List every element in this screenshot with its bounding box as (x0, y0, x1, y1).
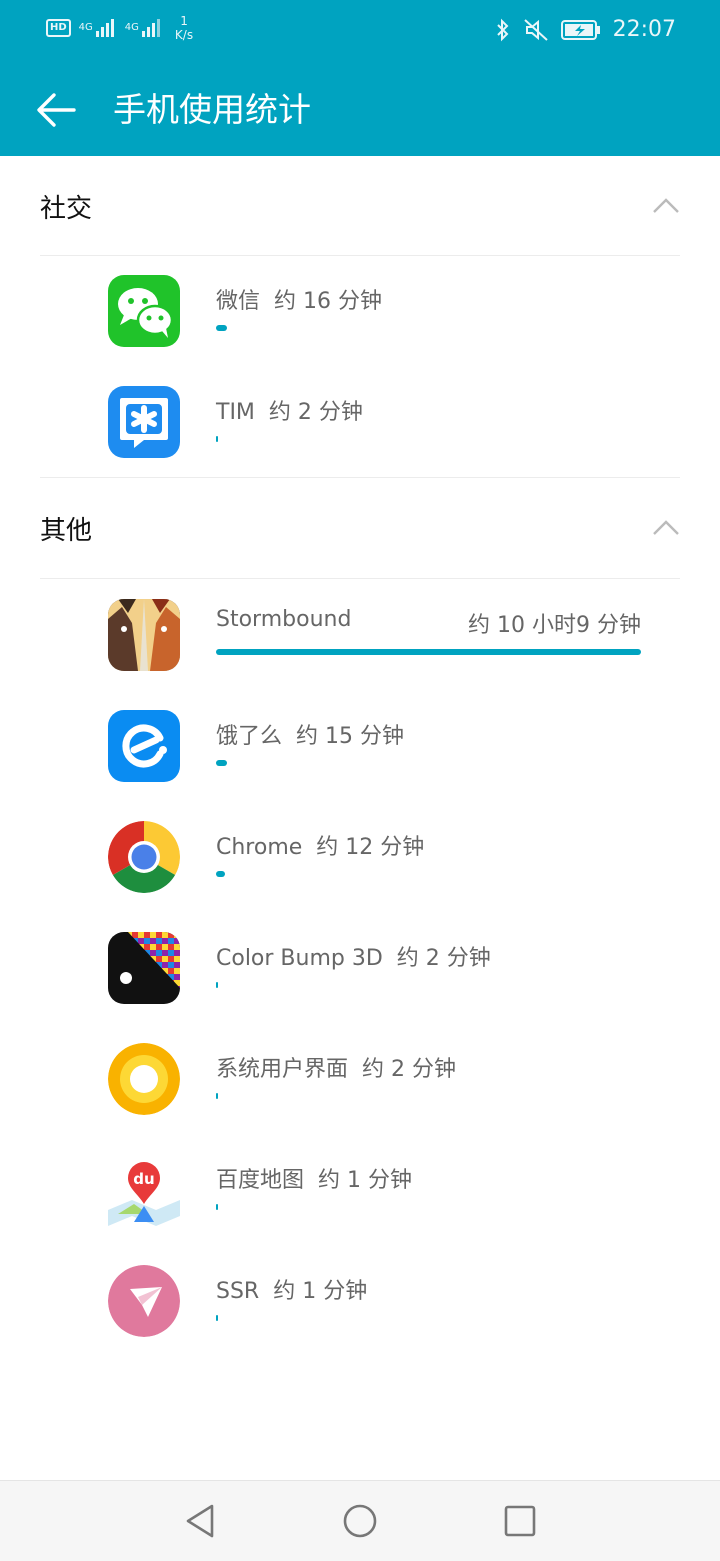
divider (40, 578, 680, 579)
app-name: SSR (216, 1279, 260, 1304)
app-usage-time: 约 12 分钟 (316, 835, 425, 860)
app-usage-time: 约 2 分钟 (396, 946, 491, 971)
app-label: 百度地图约 1 分钟 (216, 1162, 412, 1194)
ssr-icon (108, 1265, 180, 1337)
wechat-icon (108, 275, 180, 347)
app-label: SSR 约 1 分钟 (216, 1273, 367, 1305)
color-bump-icon (108, 932, 180, 1004)
usage-bar (216, 982, 218, 988)
square-recents-icon (504, 1505, 536, 1537)
triangle-back-icon (186, 1504, 214, 1538)
network-type-2: 4G (124, 22, 139, 33)
usage-bar-track (216, 1093, 641, 1099)
app-name: 系统用户界面 (216, 1057, 349, 1082)
usage-bar-track (216, 1315, 641, 1321)
app-name: Chrome (216, 835, 303, 860)
section-header-social[interactable]: 社交 (0, 156, 720, 256)
usage-bar (216, 1204, 218, 1210)
nav-recents-button[interactable] (500, 1501, 540, 1541)
app-usage-time: 约 10 小时9 分钟 (468, 613, 641, 638)
app-header: HD 4G 4G 1 K/s 22:07 手机使用统计 (0, 0, 720, 156)
hd-badge: HD (46, 19, 71, 37)
nav-home-button[interactable] (340, 1501, 380, 1541)
usage-bar (216, 760, 227, 766)
usage-bar (216, 436, 218, 442)
usage-bar-track (216, 325, 641, 331)
network-speed: 1 K/s (175, 14, 193, 42)
section-header-other[interactable]: 其他 (0, 478, 720, 578)
clock: 22:07 (612, 17, 676, 42)
app-row-system-ui[interactable]: 系统用户界面约 2 分钟 (0, 1043, 720, 1155)
circle-home-icon (343, 1504, 377, 1538)
usage-bar-track (216, 760, 641, 766)
app-row-wechat[interactable]: 微信约 16 分钟 (0, 275, 720, 387)
baidu-logo-text: du (133, 1170, 154, 1188)
app-name: 微信 (216, 289, 261, 314)
usage-bar-track (216, 982, 641, 988)
app-usage-time: 约 2 分钟 (362, 1057, 456, 1082)
app-row-stormbound[interactable]: Stormbound 约 10 小时9 分钟 (0, 599, 720, 711)
usage-bar (216, 871, 225, 877)
app-label: TIM 约 2 分钟 (216, 394, 363, 426)
toolbar: 手机使用统计 (0, 64, 720, 156)
baidu-map-icon: du (108, 1154, 180, 1226)
app-row-color-bump[interactable]: Color Bump 3D 约 2 分钟 (0, 932, 720, 1044)
app-row-baidu-map[interactable]: du 百度地图约 1 分钟 (0, 1154, 720, 1266)
page-title: 手机使用统计 (113, 90, 311, 129)
back-arrow-icon (37, 93, 76, 127)
app-name: Color Bump 3D (216, 946, 383, 971)
usage-bar-track (216, 436, 641, 442)
usage-bar (216, 649, 641, 655)
app-row-chrome[interactable]: Chrome 约 12 分钟 (0, 821, 720, 933)
signal-icon-2: 4G (125, 19, 163, 37)
tim-icon (108, 386, 180, 458)
usage-bar (216, 1315, 218, 1321)
chevron-up-icon[interactable] (652, 192, 680, 220)
usage-bar (216, 325, 228, 331)
usage-bar-track (216, 871, 641, 877)
section-title: 社交 (40, 194, 93, 224)
network-speed-value: 1 (180, 14, 188, 28)
app-row-ssr[interactable]: SSR 约 1 分钟 (0, 1265, 720, 1377)
app-usage-time: 约 16 分钟 (274, 289, 382, 314)
section-title: 其他 (40, 516, 93, 546)
network-speed-unit: K/s (174, 28, 194, 42)
status-bar: HD 4G 4G 1 K/s 22:07 (0, 0, 720, 60)
usage-bar-track (216, 649, 641, 655)
app-label: Color Bump 3D 约 2 分钟 (216, 940, 491, 972)
stormbound-icon (108, 599, 180, 671)
mute-icon (523, 18, 548, 41)
app-label: 饿了么约 15 分钟 (216, 718, 404, 750)
back-button[interactable] (32, 86, 80, 134)
chrome-icon (108, 821, 180, 893)
network-type: 4G (78, 22, 93, 33)
navigation-bar (0, 1480, 720, 1561)
app-name: TIM (216, 400, 255, 425)
system-ui-icon (108, 1043, 180, 1115)
app-usage-time: 约 15 分钟 (296, 724, 404, 749)
chevron-up-icon[interactable] (652, 514, 680, 542)
usage-bar-track (216, 1204, 641, 1210)
divider (40, 255, 680, 256)
app-usage-time: 约 1 分钟 (273, 1279, 368, 1304)
app-name: 百度地图 (216, 1168, 305, 1193)
app-label: Chrome 约 12 分钟 (216, 829, 424, 861)
app-row-eleme[interactable]: 饿了么约 15 分钟 (0, 710, 720, 822)
app-label: 系统用户界面约 2 分钟 (216, 1051, 456, 1083)
nav-back-button[interactable] (180, 1501, 220, 1541)
eleme-icon (108, 710, 180, 782)
app-usage-time: 约 2 分钟 (268, 400, 363, 425)
app-label: 微信约 16 分钟 (216, 283, 382, 315)
signal-icon: 4G (79, 19, 117, 37)
usage-bar (216, 1093, 218, 1099)
bluetooth-icon (496, 18, 509, 41)
app-usage-time: 约 1 分钟 (318, 1168, 412, 1193)
battery-charging-icon (560, 19, 600, 40)
app-name: 饿了么 (216, 724, 283, 749)
